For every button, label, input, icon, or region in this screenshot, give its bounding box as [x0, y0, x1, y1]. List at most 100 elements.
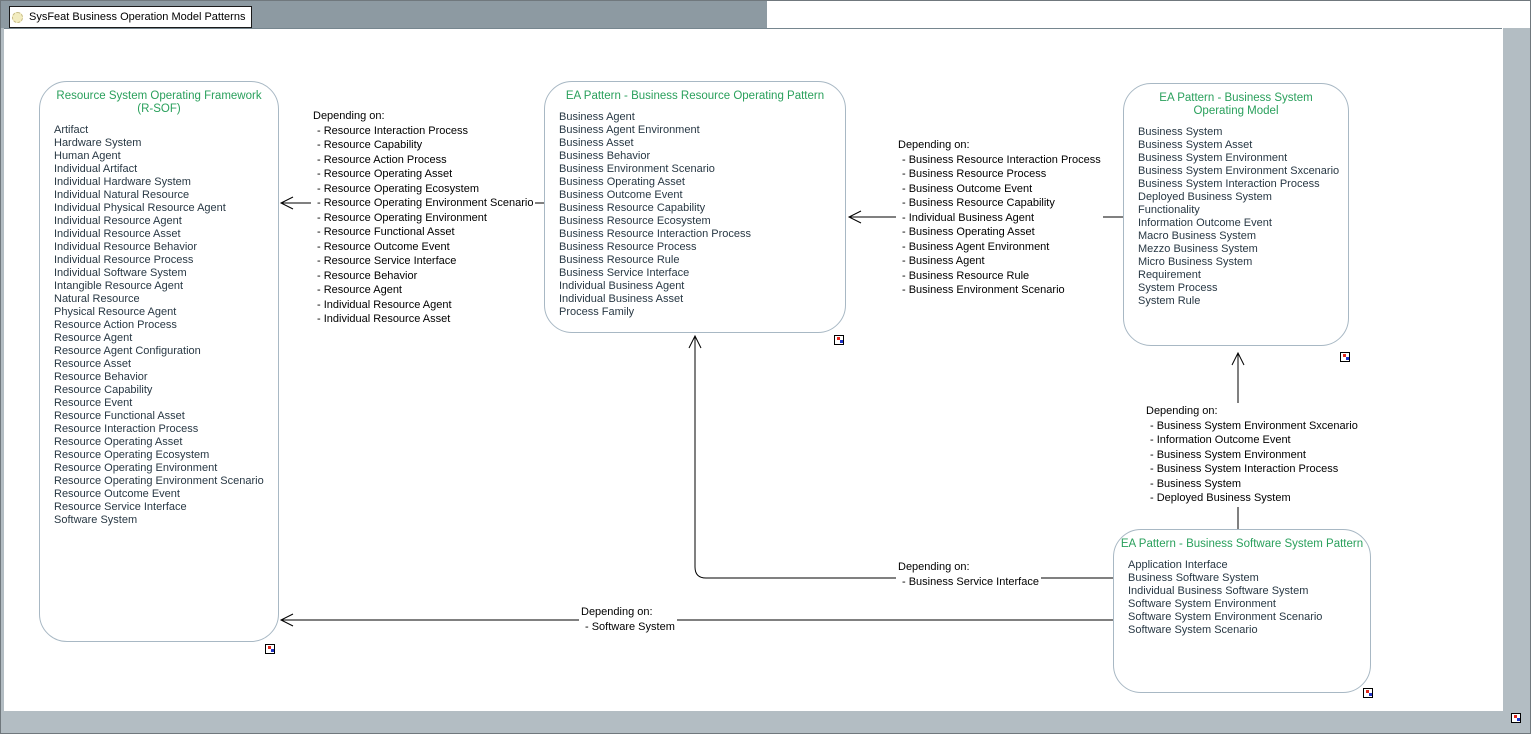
- dependency-label-bottom-to-left[interactable]: Depending on: - Software System: [579, 604, 677, 635]
- dependency-item: - Resource Interaction Process: [313, 124, 533, 139]
- node-list-item: Resource Event: [54, 397, 278, 410]
- dependency-item: - Resource Operating Environment: [313, 211, 533, 226]
- dependency-item: - Business System Environment: [1146, 448, 1358, 463]
- node-list-item: Business Resource Rule: [559, 254, 845, 267]
- dependency-item-list: - Business Resource Interaction Process-…: [898, 153, 1101, 298]
- node-list-item: Business Outcome Event: [559, 189, 845, 202]
- dependency-item: - Business System: [1146, 477, 1358, 492]
- dependency-heading: Depending on:: [313, 109, 533, 124]
- node-list-item: Resource Agent Configuration: [54, 345, 278, 358]
- pattern-marker-icon[interactable]: [1363, 688, 1373, 698]
- node-list-item: Business System Environment Sxcenario: [1138, 165, 1348, 178]
- dependency-item: - Resource Behavior: [313, 269, 533, 284]
- node-list-item: Deployed Business System: [1138, 191, 1348, 204]
- node-list-item: Human Agent: [54, 150, 278, 163]
- dependency-item: - Resource Capability: [313, 138, 533, 153]
- node-list-item: Business Resource Capability: [559, 202, 845, 215]
- node-list-item: Business Service Interface: [559, 267, 845, 280]
- dependency-item: - Information Outcome Event: [1146, 433, 1358, 448]
- node-list-item: Resource Operating Environment: [54, 462, 278, 475]
- node-list-item: Resource Behavior: [54, 371, 278, 384]
- node-list-item: Individual Resource Behavior: [54, 241, 278, 254]
- dependency-item: - Business Resource Interaction Process: [898, 153, 1101, 168]
- dependency-item: - Software System: [581, 620, 675, 635]
- dependency-item: - Business System Interaction Process: [1146, 462, 1358, 477]
- dependency-label-right-to-center[interactable]: Depending on: - Business Resource Intera…: [896, 137, 1103, 299]
- node-list-item: Process Family: [559, 306, 845, 319]
- node-list-item: Resource Operating Environment Scenario: [54, 475, 278, 488]
- node-list-item: Individual Physical Resource Agent: [54, 202, 278, 215]
- pattern-marker-icon[interactable]: [265, 644, 275, 654]
- dependency-item: - Business Agent: [898, 254, 1101, 269]
- node-title: EA Pattern - Business System Operating M…: [1124, 92, 1348, 118]
- node-list-item: Individual Resource Agent: [54, 215, 278, 228]
- node-list-item: Resource Asset: [54, 358, 278, 371]
- dependency-item: - Deployed Business System: [1146, 491, 1358, 506]
- pattern-marker-icon[interactable]: [1340, 352, 1350, 362]
- node-list-item: Business Resource Interaction Process: [559, 228, 845, 241]
- node-list-item: Business System Asset: [1138, 139, 1348, 152]
- dependency-item: - Resource Operating Asset: [313, 167, 533, 182]
- dependency-label-bottom-to-right[interactable]: Depending on: - Business System Environm…: [1144, 403, 1360, 507]
- node-list-item: Macro Business System: [1138, 230, 1348, 243]
- node-list-item: Business Resource Ecosystem: [559, 215, 845, 228]
- node-list-item: Business Agent Environment: [559, 124, 845, 137]
- node-list-item: Business Behavior: [559, 150, 845, 163]
- node-list-item: Functionality: [1138, 204, 1348, 217]
- node-list-item: Resource Agent: [54, 332, 278, 345]
- dependency-item-list: - Software System: [581, 620, 675, 635]
- arrow-bottom-to-center[interactable]: [695, 336, 1113, 578]
- node-business-system-operating-model[interactable]: EA Pattern - Business System Operating M…: [1123, 83, 1349, 346]
- dependency-item: - Individual Resource Asset: [313, 312, 533, 327]
- node-list-item: Resource Functional Asset: [54, 410, 278, 423]
- node-title: Resource System Operating Framework (R-S…: [40, 90, 278, 116]
- node-list-item: Artifact: [54, 124, 278, 137]
- node-list-item: Resource Capability: [54, 384, 278, 397]
- dependency-heading: Depending on:: [1146, 404, 1358, 419]
- node-list-item: Physical Resource Agent: [54, 306, 278, 319]
- dependency-label-center-to-left[interactable]: Depending on: - Resource Interaction Pro…: [311, 108, 535, 328]
- node-list-item: Individual Business Software System: [1128, 585, 1370, 598]
- node-list-item: Software System Environment Scenario: [1128, 611, 1370, 624]
- dependency-item: - Resource Agent: [313, 283, 533, 298]
- node-list-item: Individual Natural Resource: [54, 189, 278, 202]
- node-list-item: Resource Service Interface: [54, 501, 278, 514]
- node-list-item: Resource Operating Ecosystem: [54, 449, 278, 462]
- node-business-resource-operating-pattern[interactable]: EA Pattern - Business Resource Operating…: [544, 81, 846, 333]
- pattern-marker-icon[interactable]: [834, 335, 844, 345]
- pattern-marker-icon[interactable]: [1511, 713, 1521, 723]
- node-list-item: System Rule: [1138, 295, 1348, 308]
- node-list-item: Intangible Resource Agent: [54, 280, 278, 293]
- node-list-item: Resource Interaction Process: [54, 423, 278, 436]
- node-item-list: Business AgentBusiness Agent Environment…: [545, 111, 845, 319]
- diagram-title: SysFeat Business Operation Model Pattern…: [29, 11, 245, 23]
- node-list-item: Resource Outcome Event: [54, 488, 278, 501]
- dependency-heading: Depending on:: [898, 560, 1039, 575]
- node-title: EA Pattern - Business Resource Operating…: [545, 90, 845, 103]
- diagram-title-tab[interactable]: SysFeat Business Operation Model Pattern…: [9, 6, 252, 28]
- dependency-label-bottom-to-center[interactable]: Depending on: - Business Service Interfa…: [896, 559, 1041, 590]
- node-list-item: Application Interface: [1128, 559, 1370, 572]
- dependency-item: - Individual Resource Agent: [313, 298, 533, 313]
- dependency-item: - Business Environment Scenario: [898, 283, 1101, 298]
- node-list-item: Requirement: [1138, 269, 1348, 282]
- node-list-item: Business System Environment: [1138, 152, 1348, 165]
- node-list-item: Individual Artifact: [54, 163, 278, 176]
- node-list-item: Hardware System: [54, 137, 278, 150]
- node-business-software-system-pattern[interactable]: EA Pattern - Business Software System Pa…: [1113, 529, 1371, 693]
- node-list-item: Software System: [54, 514, 278, 527]
- dependency-item-list: - Resource Interaction Process- Resource…: [313, 124, 533, 327]
- node-list-item: System Process: [1138, 282, 1348, 295]
- diagram-window: SysFeat Business Operation Model Pattern…: [0, 0, 1531, 734]
- node-list-item: Individual Software System: [54, 267, 278, 280]
- node-list-item: Business Asset: [559, 137, 845, 150]
- dependency-item: - Business Resource Rule: [898, 269, 1101, 284]
- dependency-item: - Business Resource Process: [898, 167, 1101, 182]
- node-title: EA Pattern - Business Software System Pa…: [1114, 538, 1370, 551]
- dependency-item: - Business Agent Environment: [898, 240, 1101, 255]
- node-list-item: Individual Resource Asset: [54, 228, 278, 241]
- node-list-item: Business Software System: [1128, 572, 1370, 585]
- node-resource-system-operating-framework[interactable]: Resource System Operating Framework (R-S…: [39, 81, 279, 642]
- dependency-item: - Resource Outcome Event: [313, 240, 533, 255]
- diagram-icon: [12, 12, 23, 23]
